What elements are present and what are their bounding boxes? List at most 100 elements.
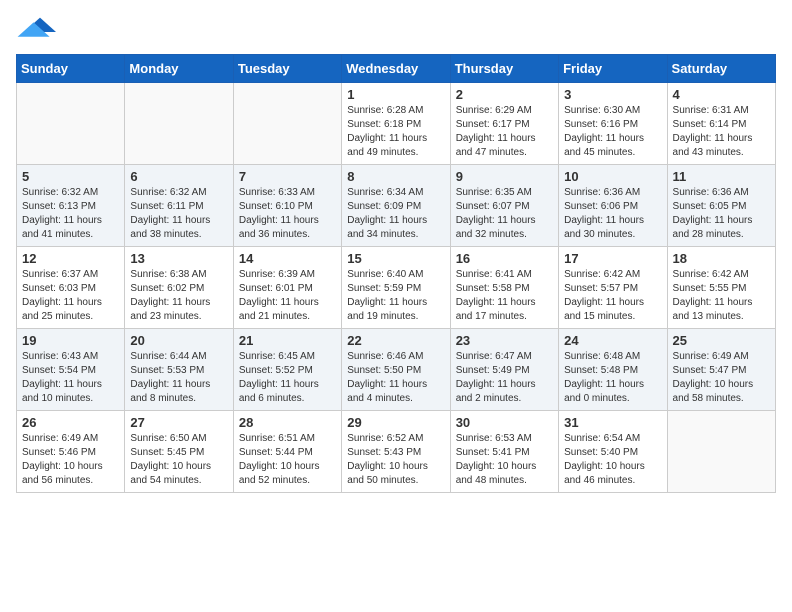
day-number: 14	[239, 251, 336, 266]
day-info: Sunrise: 6:49 AM Sunset: 5:46 PM Dayligh…	[22, 432, 119, 488]
day-number: 27	[130, 415, 227, 430]
calendar-day-cell: 16 Sunrise: 6:41 AM Sunset: 5:58 PM Dayli…	[450, 247, 558, 329]
calendar-day-cell	[125, 83, 233, 165]
calendar-day-cell: 21 Sunrise: 6:45 AM Sunset: 5:52 PM Dayli…	[233, 329, 341, 411]
column-header-tuesday: Tuesday	[233, 55, 341, 83]
day-number: 22	[347, 333, 444, 348]
calendar-day-cell: 18 Sunrise: 6:42 AM Sunset: 5:55 PM Dayli…	[667, 247, 775, 329]
column-header-sunday: Sunday	[17, 55, 125, 83]
day-info: Sunrise: 6:29 AM Sunset: 6:17 PM Dayligh…	[456, 104, 553, 160]
day-info: Sunrise: 6:28 AM Sunset: 6:18 PM Dayligh…	[347, 104, 444, 160]
calendar-day-cell: 5Sunrise: 6:32 AM Sunset: 6:13 PM Daylig…	[17, 165, 125, 247]
column-header-friday: Friday	[559, 55, 667, 83]
calendar-day-cell: 19Sunrise: 6:43 AM Sunset: 5:54 PM Dayli…	[17, 329, 125, 411]
calendar-day-cell	[667, 411, 775, 493]
calendar-day-cell: 30 Sunrise: 6:53 AM Sunset: 5:41 PM Dayli…	[450, 411, 558, 493]
day-number: 12	[22, 251, 119, 266]
calendar-day-cell: 13 Sunrise: 6:38 AM Sunset: 6:02 PM Dayli…	[125, 247, 233, 329]
day-info: Sunrise: 6:48 AM Sunset: 5:48 PM Dayligh…	[564, 350, 661, 406]
calendar-week-row: 19Sunrise: 6:43 AM Sunset: 5:54 PM Dayli…	[17, 329, 776, 411]
day-info: Sunrise: 6:52 AM Sunset: 5:43 PM Dayligh…	[347, 432, 444, 488]
day-info: Sunrise: 6:42 AM Sunset: 5:57 PM Dayligh…	[564, 268, 661, 324]
calendar-day-cell	[233, 83, 341, 165]
day-info: Sunrise: 6:30 AM Sunset: 6:16 PM Dayligh…	[564, 104, 661, 160]
day-number: 6	[130, 169, 227, 184]
logo	[16, 16, 60, 46]
day-number: 4	[673, 87, 770, 102]
day-number: 10	[564, 169, 661, 184]
day-info: Sunrise: 6:44 AM Sunset: 5:53 PM Dayligh…	[130, 350, 227, 406]
day-number: 29	[347, 415, 444, 430]
day-info: Sunrise: 6:34 AM Sunset: 6:09 PM Dayligh…	[347, 186, 444, 242]
calendar-day-cell: 3 Sunrise: 6:30 AM Sunset: 6:16 PM Daylig…	[559, 83, 667, 165]
day-info: Sunrise: 6:36 AM Sunset: 6:06 PM Dayligh…	[564, 186, 661, 242]
day-number: 20	[130, 333, 227, 348]
day-info: Sunrise: 6:40 AM Sunset: 5:59 PM Dayligh…	[347, 268, 444, 324]
day-number: 25	[673, 333, 770, 348]
day-number: 23	[456, 333, 553, 348]
day-number: 17	[564, 251, 661, 266]
day-info: Sunrise: 6:53 AM Sunset: 5:41 PM Dayligh…	[456, 432, 553, 488]
calendar-day-cell: 22 Sunrise: 6:46 AM Sunset: 5:50 PM Dayli…	[342, 329, 450, 411]
day-number: 8	[347, 169, 444, 184]
day-number: 16	[456, 251, 553, 266]
calendar-week-row: 12 Sunrise: 6:37 AM Sunset: 6:03 PM Dayli…	[17, 247, 776, 329]
day-info: Sunrise: 6:41 AM Sunset: 5:58 PM Dayligh…	[456, 268, 553, 324]
day-number: 26	[22, 415, 119, 430]
calendar-day-cell	[17, 83, 125, 165]
day-number: 21	[239, 333, 336, 348]
calendar-day-cell: 20 Sunrise: 6:44 AM Sunset: 5:53 PM Dayli…	[125, 329, 233, 411]
calendar-day-cell: 27 Sunrise: 6:50 AM Sunset: 5:45 PM Dayli…	[125, 411, 233, 493]
column-header-wednesday: Wednesday	[342, 55, 450, 83]
day-info: Sunrise: 6:42 AM Sunset: 5:55 PM Dayligh…	[673, 268, 770, 324]
day-info: Sunrise: 6:49 AM Sunset: 5:47 PM Dayligh…	[673, 350, 770, 406]
calendar-day-cell: 9 Sunrise: 6:35 AM Sunset: 6:07 PM Daylig…	[450, 165, 558, 247]
day-info: Sunrise: 6:38 AM Sunset: 6:02 PM Dayligh…	[130, 268, 227, 324]
day-number: 13	[130, 251, 227, 266]
day-number: 7	[239, 169, 336, 184]
day-info: Sunrise: 6:36 AM Sunset: 6:05 PM Dayligh…	[673, 186, 770, 242]
day-number: 18	[673, 251, 770, 266]
calendar-header-row: SundayMondayTuesdayWednesdayThursdayFrid…	[17, 55, 776, 83]
column-header-monday: Monday	[125, 55, 233, 83]
calendar-day-cell: 8 Sunrise: 6:34 AM Sunset: 6:09 PM Daylig…	[342, 165, 450, 247]
page-header	[16, 16, 776, 46]
calendar-day-cell: 2Sunrise: 6:29 AM Sunset: 6:17 PM Daylig…	[450, 83, 558, 165]
day-number: 3	[564, 87, 661, 102]
calendar-day-cell: 11 Sunrise: 6:36 AM Sunset: 6:05 PM Dayli…	[667, 165, 775, 247]
day-info: Sunrise: 6:43 AM Sunset: 5:54 PM Dayligh…	[22, 350, 119, 406]
calendar-day-cell: 23 Sunrise: 6:47 AM Sunset: 5:49 PM Dayli…	[450, 329, 558, 411]
day-number: 28	[239, 415, 336, 430]
day-number: 11	[673, 169, 770, 184]
day-number: 1	[347, 87, 444, 102]
day-info: Sunrise: 6:46 AM Sunset: 5:50 PM Dayligh…	[347, 350, 444, 406]
calendar-day-cell: 15 Sunrise: 6:40 AM Sunset: 5:59 PM Dayli…	[342, 247, 450, 329]
calendar-day-cell: 26 Sunrise: 6:49 AM Sunset: 5:46 PM Dayli…	[17, 411, 125, 493]
calendar-day-cell: 31Sunrise: 6:54 AM Sunset: 5:40 PM Dayli…	[559, 411, 667, 493]
calendar-table: SundayMondayTuesdayWednesdayThursdayFrid…	[16, 54, 776, 493]
logo-icon	[16, 16, 56, 44]
day-number: 30	[456, 415, 553, 430]
calendar-day-cell: 12 Sunrise: 6:37 AM Sunset: 6:03 PM Dayli…	[17, 247, 125, 329]
calendar-week-row: 5Sunrise: 6:32 AM Sunset: 6:13 PM Daylig…	[17, 165, 776, 247]
day-number: 15	[347, 251, 444, 266]
calendar-week-row: 1 Sunrise: 6:28 AM Sunset: 6:18 PM Daylig…	[17, 83, 776, 165]
day-info: Sunrise: 6:37 AM Sunset: 6:03 PM Dayligh…	[22, 268, 119, 324]
day-number: 9	[456, 169, 553, 184]
calendar-week-row: 26 Sunrise: 6:49 AM Sunset: 5:46 PM Dayli…	[17, 411, 776, 493]
day-info: Sunrise: 6:47 AM Sunset: 5:49 PM Dayligh…	[456, 350, 553, 406]
day-info: Sunrise: 6:32 AM Sunset: 6:11 PM Dayligh…	[130, 186, 227, 242]
column-header-saturday: Saturday	[667, 55, 775, 83]
calendar-day-cell: 29 Sunrise: 6:52 AM Sunset: 5:43 PM Dayli…	[342, 411, 450, 493]
calendar-day-cell: 7 Sunrise: 6:33 AM Sunset: 6:10 PM Daylig…	[233, 165, 341, 247]
day-info: Sunrise: 6:35 AM Sunset: 6:07 PM Dayligh…	[456, 186, 553, 242]
day-info: Sunrise: 6:51 AM Sunset: 5:44 PM Dayligh…	[239, 432, 336, 488]
day-info: Sunrise: 6:33 AM Sunset: 6:10 PM Dayligh…	[239, 186, 336, 242]
day-info: Sunrise: 6:45 AM Sunset: 5:52 PM Dayligh…	[239, 350, 336, 406]
calendar-day-cell: 24Sunrise: 6:48 AM Sunset: 5:48 PM Dayli…	[559, 329, 667, 411]
day-number: 31	[564, 415, 661, 430]
calendar-day-cell: 25 Sunrise: 6:49 AM Sunset: 5:47 PM Dayli…	[667, 329, 775, 411]
column-header-thursday: Thursday	[450, 55, 558, 83]
day-info: Sunrise: 6:50 AM Sunset: 5:45 PM Dayligh…	[130, 432, 227, 488]
calendar-day-cell: 14Sunrise: 6:39 AM Sunset: 6:01 PM Dayli…	[233, 247, 341, 329]
